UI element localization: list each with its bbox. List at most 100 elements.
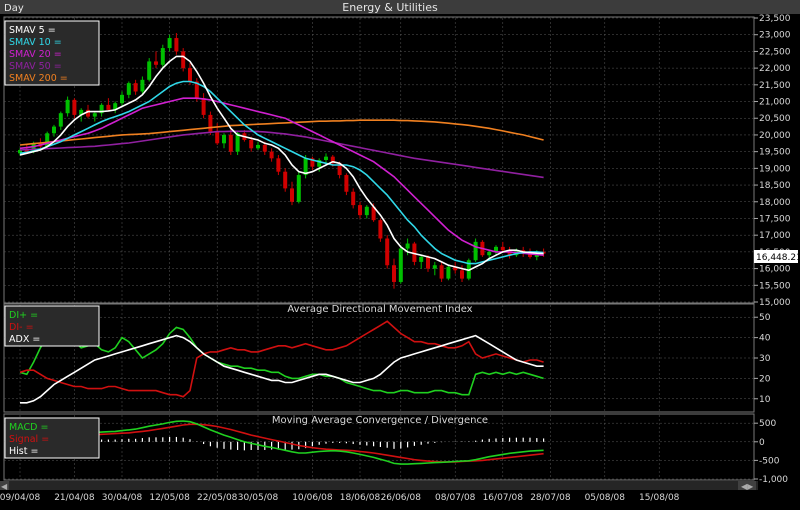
candle-body: [208, 114, 213, 132]
y-tick-label: 0: [759, 438, 765, 448]
chart-canvas: Day Energy & Utilities 09/04/08 21/04/08 3…: [0, 0, 800, 503]
x-tick-label: 18/06/08: [340, 493, 381, 503]
legend-entry: Signal =: [9, 434, 49, 445]
price-legend: SMAV 5 =SMAV 10 =SMAV 20 =SMAV 50 =SMAV …: [4, 20, 100, 86]
adx-title: Average Directional Movement Index: [287, 304, 472, 315]
legend-entry: ADX =: [9, 334, 40, 345]
macd-title: Moving Average Convergence / Divergence: [272, 415, 488, 426]
y-tick-label: 18,500: [759, 181, 791, 191]
candle-body: [473, 241, 478, 261]
price-panel: [3, 16, 755, 304]
candle-body: [160, 48, 165, 65]
macd-legend: MACD =Signal =Hist =: [4, 417, 100, 459]
candle-body: [296, 175, 301, 202]
legend-entry: SMAV 200 =: [9, 73, 68, 84]
candle-body: [398, 248, 403, 282]
y-tick-label: 23,500: [759, 14, 791, 24]
candle-body: [167, 38, 172, 49]
y-tick-label: 500: [759, 419, 776, 429]
x-tick-label: 30/05/08: [238, 493, 279, 503]
candle-body: [249, 139, 254, 149]
y-tick-label: 16,000: [759, 265, 791, 275]
sma50-line: [19, 130, 544, 179]
x-tick-label: 12/05/08: [149, 493, 190, 503]
period-label: Day: [4, 3, 24, 14]
candle-body: [181, 51, 186, 69]
candle-body: [174, 38, 179, 52]
adx-legend: DI+ =DI- =ADX =: [4, 305, 100, 347]
y-tick-label: 10: [759, 395, 771, 405]
candle-body: [378, 220, 383, 239]
chart-title: Energy & Utilities: [342, 1, 438, 14]
candle-body: [140, 79, 145, 92]
candle-body: [188, 68, 192, 82]
candle-body: [487, 251, 492, 256]
y-tick-label: 21,500: [759, 81, 791, 91]
candle-body: [283, 171, 288, 189]
candle-body: [154, 61, 158, 65]
sma10-line: [19, 80, 544, 265]
candle-body: [133, 83, 138, 92]
scroll-left-icon: ◀: [1, 482, 8, 491]
candle-body: [262, 144, 267, 152]
x-tick-label: 30/04/08: [102, 493, 143, 503]
sma5-line: [19, 55, 544, 272]
candle-body: [324, 156, 328, 160]
candle-body: [290, 188, 294, 202]
y-tick-label: 21,000: [759, 98, 791, 108]
x-tick-label: 05/08/08: [585, 493, 626, 503]
y-tick-label: 20,500: [759, 114, 791, 124]
horizontal-scrollbar[interactable]: [0, 481, 758, 490]
y-tick-label: 50: [759, 313, 771, 323]
y-tick-label: 15,500: [759, 281, 791, 291]
y-tick-label: 17,000: [759, 231, 791, 241]
y-tick-label: 30: [759, 354, 771, 364]
scroll-right-icon: ◀▶: [741, 482, 754, 491]
candle-body: [419, 256, 424, 262]
candle-body: [269, 151, 274, 159]
legend-entry: MACD =: [9, 422, 48, 433]
x-tick-label: 09/04/08: [0, 493, 40, 503]
last-value-label: 16,448.21: [756, 253, 800, 263]
candle-body: [222, 134, 226, 144]
candle-body: [228, 134, 233, 152]
y-tick-label: 18,000: [759, 198, 791, 208]
candle-body: [351, 191, 356, 206]
candle-body: [364, 206, 369, 216]
y-tick-label: 22,500: [759, 47, 791, 57]
candle-body: [500, 246, 505, 251]
x-tick-label: 08/07/08: [435, 493, 476, 503]
candle-body: [392, 265, 396, 282]
y-tick-label: -500: [759, 456, 780, 466]
legend-entry: SMAV 50 =: [9, 61, 62, 72]
candle-body: [439, 265, 444, 279]
y-tick-label: 23,000: [759, 31, 791, 41]
candle-body: [446, 266, 451, 279]
x-tick-label: 16/07/08: [483, 493, 524, 503]
x-tick-label: 26/06/08: [381, 493, 422, 503]
candle-body: [52, 126, 56, 134]
y-tick-label: 40: [759, 334, 771, 344]
legend-entry: SMAV 5 =: [9, 25, 56, 36]
chart-window: Day Energy & Utilities 09/04/08 21/04/08 3…: [0, 0, 800, 506]
x-tick-label: 21/04/08: [54, 493, 95, 503]
grid-lines: [4, 17, 754, 480]
y-tick-label: 22,000: [759, 64, 791, 74]
y-tick-label: -1,000: [759, 475, 788, 485]
candle-body: [126, 83, 131, 95]
legend-entry: Hist =: [9, 446, 38, 457]
candle-body: [426, 256, 430, 269]
y-tick-label: 19,500: [759, 148, 791, 158]
y-tick-label: 20,000: [759, 131, 791, 141]
y-tick-label: 17,500: [759, 214, 791, 224]
candle-body: [358, 205, 362, 216]
sma20-line: [19, 97, 544, 256]
candle-body: [72, 99, 77, 115]
candle-body: [276, 158, 281, 172]
candle-body: [106, 104, 111, 110]
candle-body: [405, 243, 410, 249]
legend-entry: SMAV 20 =: [9, 49, 62, 60]
axis-labels: 09/04/08 21/04/08 30/04/08 12/05/08 22/05/08…: [0, 14, 791, 503]
candle-body: [256, 144, 260, 149]
candle-body: [344, 175, 349, 192]
